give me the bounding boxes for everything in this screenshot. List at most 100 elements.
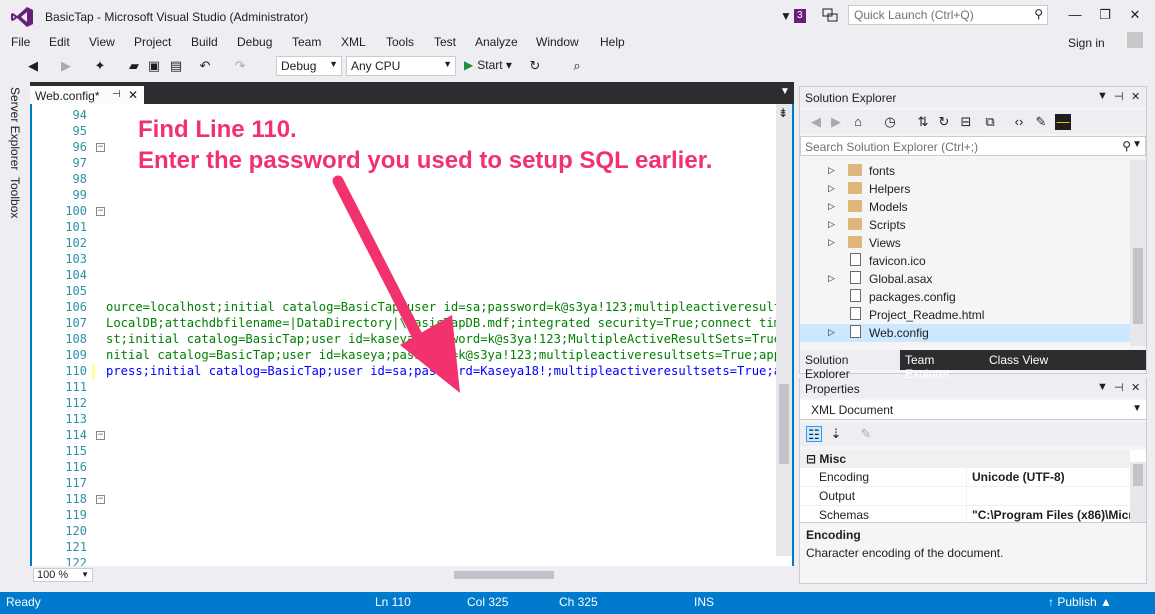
tab-team-explorer[interactable]: Team Explorer (900, 350, 986, 381)
forward-icon[interactable]: ▶ (58, 58, 74, 74)
tree-item-packages-config[interactable]: packages.config (800, 288, 1130, 306)
preview-icon[interactable]: — (1055, 114, 1071, 130)
tab-solution-explorer[interactable]: Solution Explorer (800, 350, 900, 381)
save-icon[interactable]: ▣ (146, 58, 162, 74)
solution-explorer-search-input[interactable]: Search Solution Explorer (Ctrl+;) ⚲ ▼ (800, 136, 1146, 156)
refresh-icon[interactable]: ↻ (527, 58, 543, 74)
open-file-icon[interactable]: ▰ (126, 58, 142, 74)
menu-test[interactable]: Test (434, 35, 456, 49)
expand-icon[interactable]: ▷ (828, 273, 835, 284)
split-icon[interactable]: ⇟ (778, 106, 788, 120)
scrollbar-thumb[interactable] (1133, 248, 1143, 324)
tree-item-scripts[interactable]: ▷ Scripts (800, 216, 1130, 234)
quick-launch-input[interactable]: Quick Launch (Ctrl+Q) ⚲ (848, 5, 1048, 25)
menu-xml[interactable]: XML (341, 35, 366, 49)
menu-view[interactable]: View (89, 35, 115, 49)
menu-debug[interactable]: Debug (237, 35, 272, 49)
categorized-icon[interactable]: ☷ (806, 426, 822, 442)
expand-icon[interactable]: ▷ (828, 165, 835, 176)
redo-icon[interactable]: ↷ (232, 58, 248, 74)
chevron-down-icon[interactable]: ▼ (1097, 90, 1108, 102)
editor-vertical-scrollbar[interactable]: ⇟ (776, 104, 792, 556)
new-project-icon[interactable]: ✦ (92, 58, 108, 74)
tree-item-project-readme[interactable]: Project_Readme.html (800, 306, 1130, 324)
feedback-icon[interactable] (822, 8, 838, 22)
forward-icon[interactable]: ▶ (828, 114, 844, 130)
menu-build[interactable]: Build (191, 35, 218, 49)
code-icon[interactable]: ‹› (1011, 114, 1027, 130)
tree-item-web-config[interactable]: ▷ Web.config (800, 324, 1130, 342)
pin-icon[interactable]: ⊣ (1114, 90, 1124, 103)
save-all-icon[interactable]: ▤ (168, 58, 184, 74)
toolbox-tab[interactable]: Toolbox (8, 177, 22, 218)
back-icon[interactable]: ◀ (25, 58, 41, 74)
properties-wrench-icon[interactable]: ✎ (1033, 114, 1049, 130)
tab-web-config[interactable]: Web.config* ⊣ ✕ (30, 86, 144, 106)
platform-select[interactable]: Any CPU ▼ (346, 56, 456, 76)
menu-project[interactable]: Project (134, 35, 171, 49)
close-icon[interactable]: ✕ (128, 88, 138, 102)
expand-icon[interactable]: ▷ (828, 237, 835, 248)
start-debug-button[interactable]: ▶ Start ▾ (464, 58, 512, 72)
menu-file[interactable]: File (11, 35, 30, 49)
expand-icon[interactable]: ▷ (828, 327, 835, 338)
close-icon[interactable]: ✕ (1131, 90, 1140, 103)
show-all-files-icon[interactable]: ⧉ (982, 114, 998, 130)
sync-icon[interactable]: ⇅ (915, 114, 931, 130)
history-icon[interactable]: ◷ (882, 114, 898, 130)
tab-class-view[interactable]: Class View (984, 350, 1054, 370)
minimize-button[interactable]: — (1060, 4, 1090, 26)
expand-icon[interactable]: ▷ (828, 183, 835, 194)
scrollbar-thumb[interactable] (454, 571, 554, 579)
zoom-select[interactable]: 100 % ▼ (33, 568, 93, 582)
menu-analyze[interactable]: Analyze (475, 35, 518, 49)
menu-window[interactable]: Window (536, 35, 579, 49)
editor-horizontal-scrollbar[interactable]: 100 % ▼ (30, 566, 794, 584)
property-row-schemas[interactable]: Schemas "C:\Program Files (x86)\Micr (800, 506, 1130, 522)
publish-button[interactable]: ↑ Publish ▲ (1048, 595, 1112, 609)
back-icon[interactable]: ◀ (808, 114, 824, 130)
expand-icon[interactable]: ▷ (828, 201, 835, 212)
tree-item-favicon[interactable]: favicon.ico (800, 252, 1130, 270)
collapse-all-icon[interactable]: ⊟ (958, 114, 974, 130)
expand-icon[interactable]: ▷ (828, 219, 835, 230)
tree-item-global-asax[interactable]: ▷ Global.asax (800, 270, 1130, 288)
collapse-icon[interactable]: − (96, 207, 105, 216)
collapse-icon[interactable]: − (96, 495, 105, 504)
maximize-button[interactable]: ❐ (1090, 4, 1120, 26)
property-row-encoding[interactable]: Encoding Unicode (UTF-8) (800, 468, 1130, 487)
collapse-icon[interactable]: − (96, 431, 105, 440)
property-category[interactable]: ⊟ Misc (800, 450, 1130, 468)
home-icon[interactable]: ⌂ (850, 114, 866, 130)
tree-item-views[interactable]: ▷ Views (800, 234, 1130, 252)
close-icon[interactable]: ✕ (1131, 381, 1140, 394)
tree-item-helpers[interactable]: ▷ Helpers (800, 180, 1130, 198)
pin-icon[interactable]: ⊣ (112, 89, 121, 100)
undo-icon[interactable]: ↶ (197, 58, 213, 74)
refresh-icon[interactable]: ↻ (936, 114, 952, 130)
solution-tree-scrollbar[interactable] (1130, 160, 1146, 346)
tree-item-fonts[interactable]: ▷ fonts (800, 162, 1130, 180)
server-explorer-tab[interactable]: Server Explorer (8, 87, 22, 170)
menu-help[interactable]: Help (600, 35, 625, 49)
chevron-down-icon[interactable]: ▼ (780, 86, 790, 97)
tree-item-models[interactable]: ▷ Models (800, 198, 1130, 216)
chevron-down-icon[interactable]: ▼ (1097, 381, 1108, 393)
property-row-output[interactable]: Output (800, 487, 1130, 506)
sign-in-link[interactable]: Sign in (1068, 36, 1105, 50)
properties-scrollbar[interactable] (1130, 462, 1146, 522)
collapse-icon[interactable]: − (96, 143, 105, 152)
notifications-button[interactable]: ▼ 3 (780, 7, 810, 25)
close-window-button[interactable]: ✕ (1120, 4, 1150, 26)
properties-object-select[interactable]: XML Document ▼ (800, 400, 1146, 420)
find-in-files-icon[interactable]: ⌕ (569, 58, 585, 74)
alphabetical-icon[interactable]: ⇣ (828, 426, 844, 442)
scrollbar-thumb[interactable] (1133, 464, 1143, 486)
menu-edit[interactable]: Edit (49, 35, 70, 49)
configuration-select[interactable]: Debug ▼ (276, 56, 342, 76)
menu-tools[interactable]: Tools (386, 35, 414, 49)
menu-team[interactable]: Team (292, 35, 321, 49)
pin-icon[interactable]: ⊣ (1114, 381, 1124, 394)
scrollbar-thumb[interactable] (779, 384, 789, 464)
property-pages-icon[interactable]: ✎ (858, 426, 874, 442)
